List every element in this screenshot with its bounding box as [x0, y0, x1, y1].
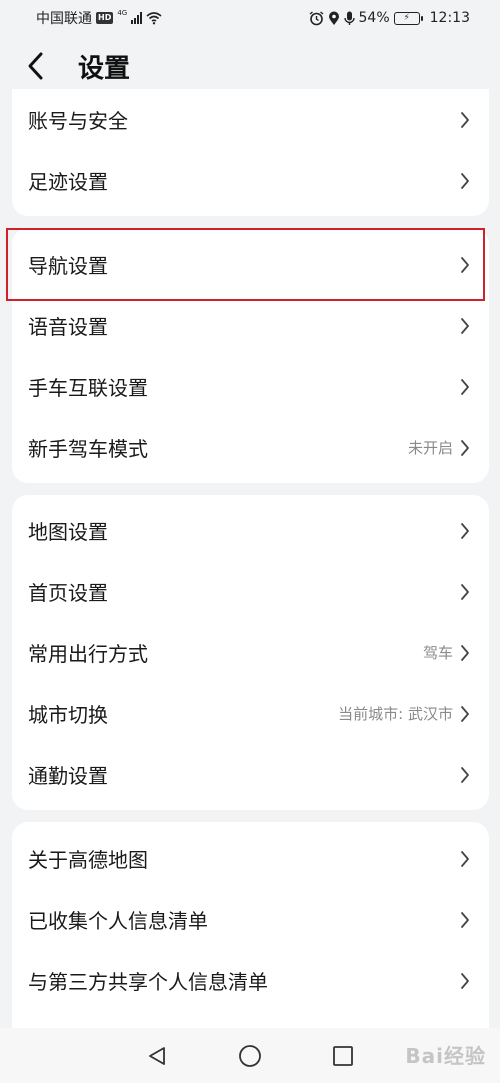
settings-item-map[interactable]: 地图设置 [12, 500, 489, 561]
settings-item-label: 账号与安全 [28, 109, 128, 133]
location-icon [328, 11, 339, 25]
chevron-right-icon [461, 522, 469, 539]
settings-item-label: 语音设置 [28, 315, 108, 339]
settings-item-value: 驾车 [422, 644, 453, 662]
clock-time: 12:13 [429, 10, 470, 26]
chevron-right-icon [461, 583, 469, 600]
settings-item-third-party-sharing[interactable]: 与第三方共享个人信息清单 [12, 950, 489, 1011]
nav-back-button[interactable] [137, 1036, 177, 1076]
watermark-logo: Bai经验 [405, 1044, 486, 1068]
chevron-right-icon [461, 317, 469, 334]
back-button[interactable] [26, 46, 66, 86]
status-right: 54% ⚡ 12:13 [309, 10, 470, 26]
battery-icon: ⚡ [393, 11, 423, 25]
settings-item-label: 地图设置 [28, 520, 108, 544]
settings-item-collected-info[interactable]: 已收集个人信息清单 [12, 889, 489, 950]
chevron-right-icon [461, 439, 469, 456]
settings-item-label: 关于高德地图 [28, 848, 148, 872]
settings-item-value: 当前城市: 武汉市 [338, 705, 453, 723]
settings-item-navigation[interactable]: 导航设置 [12, 234, 489, 295]
settings-item-label: 手车互联设置 [28, 376, 148, 400]
hd-badge: HD [96, 12, 114, 24]
carrier-name: 中国联通 [36, 11, 92, 27]
settings-item-label: 已收集个人信息清单 [28, 909, 208, 933]
signal-icon [131, 12, 143, 24]
settings-group-navigation: 导航设置 语音设置 手车互联设置 新手驾车模式 未开启 [12, 228, 489, 483]
chevron-right-icon [461, 172, 469, 189]
chevron-right-icon [461, 111, 469, 128]
nav-recents-button[interactable] [323, 1036, 363, 1076]
alarm-icon [309, 10, 323, 25]
settings-group-account: 账号与安全 足迹设置 [12, 89, 489, 216]
chevron-right-icon [461, 644, 469, 661]
chevron-right-icon [461, 972, 469, 989]
settings-item-label: 城市切换 [28, 703, 108, 727]
status-left: 中国联通 HD 4G [36, 8, 162, 28]
settings-item-about-amap[interactable]: 关于高德地图 [12, 828, 489, 889]
settings-item-label: 通勤设置 [28, 764, 108, 788]
back-arrow-icon [28, 52, 43, 80]
chevron-right-icon [461, 705, 469, 722]
settings-item-homepage[interactable]: 首页设置 [12, 561, 489, 622]
settings-group-about: 关于高德地图 已收集个人信息清单 与第三方共享个人信息清单 [12, 822, 489, 1028]
chevron-right-icon [461, 766, 469, 783]
settings-item-label: 足迹设置 [28, 170, 108, 194]
triangle-back-icon [148, 1046, 165, 1065]
settings-item-footprint[interactable]: 足迹设置 [12, 150, 489, 211]
settings-item-label: 首页设置 [28, 581, 108, 605]
circle-home-icon [239, 1044, 261, 1067]
settings-group-map: 地图设置 首页设置 常用出行方式 驾车 城市切换 当前城市: 武汉市 通勤设置 [12, 495, 489, 810]
battery-percent: 54% [358, 10, 390, 26]
microphone-icon [343, 11, 355, 25]
settings-item-novice-driving[interactable]: 新手驾车模式 未开启 [12, 417, 489, 478]
settings-item-account-security[interactable]: 账号与安全 [12, 89, 489, 150]
settings-item-label: 新手驾车模式 [28, 437, 148, 461]
settings-item-label: 与第三方共享个人信息清单 [28, 970, 268, 994]
settings-item-label: 导航设置 [28, 254, 108, 278]
settings-item-voice[interactable]: 语音设置 [12, 295, 489, 356]
header: 设置 [0, 36, 500, 96]
settings-item-label: 常用出行方式 [28, 642, 148, 666]
settings-item-value: 未开启 [407, 439, 453, 457]
status-bar: 中国联通 HD 4G 54% ⚡ 12:13 [0, 0, 500, 36]
square-recents-icon [333, 1045, 354, 1066]
nav-home-button[interactable] [230, 1036, 270, 1076]
settings-item-commute[interactable]: 通勤设置 [12, 744, 489, 805]
chevron-right-icon [461, 850, 469, 867]
network-type: 4G [117, 9, 128, 17]
wifi-icon [146, 12, 162, 25]
page-title: 设置 [78, 53, 131, 84]
settings-item-travel-mode[interactable]: 常用出行方式 驾车 [12, 622, 489, 683]
chevron-right-icon [461, 911, 469, 928]
chevron-right-icon [461, 378, 469, 395]
settings-item-phone-car-link[interactable]: 手车互联设置 [12, 356, 489, 417]
settings-item-city-switch[interactable]: 城市切换 当前城市: 武汉市 [12, 683, 489, 744]
chevron-right-icon [461, 256, 469, 273]
